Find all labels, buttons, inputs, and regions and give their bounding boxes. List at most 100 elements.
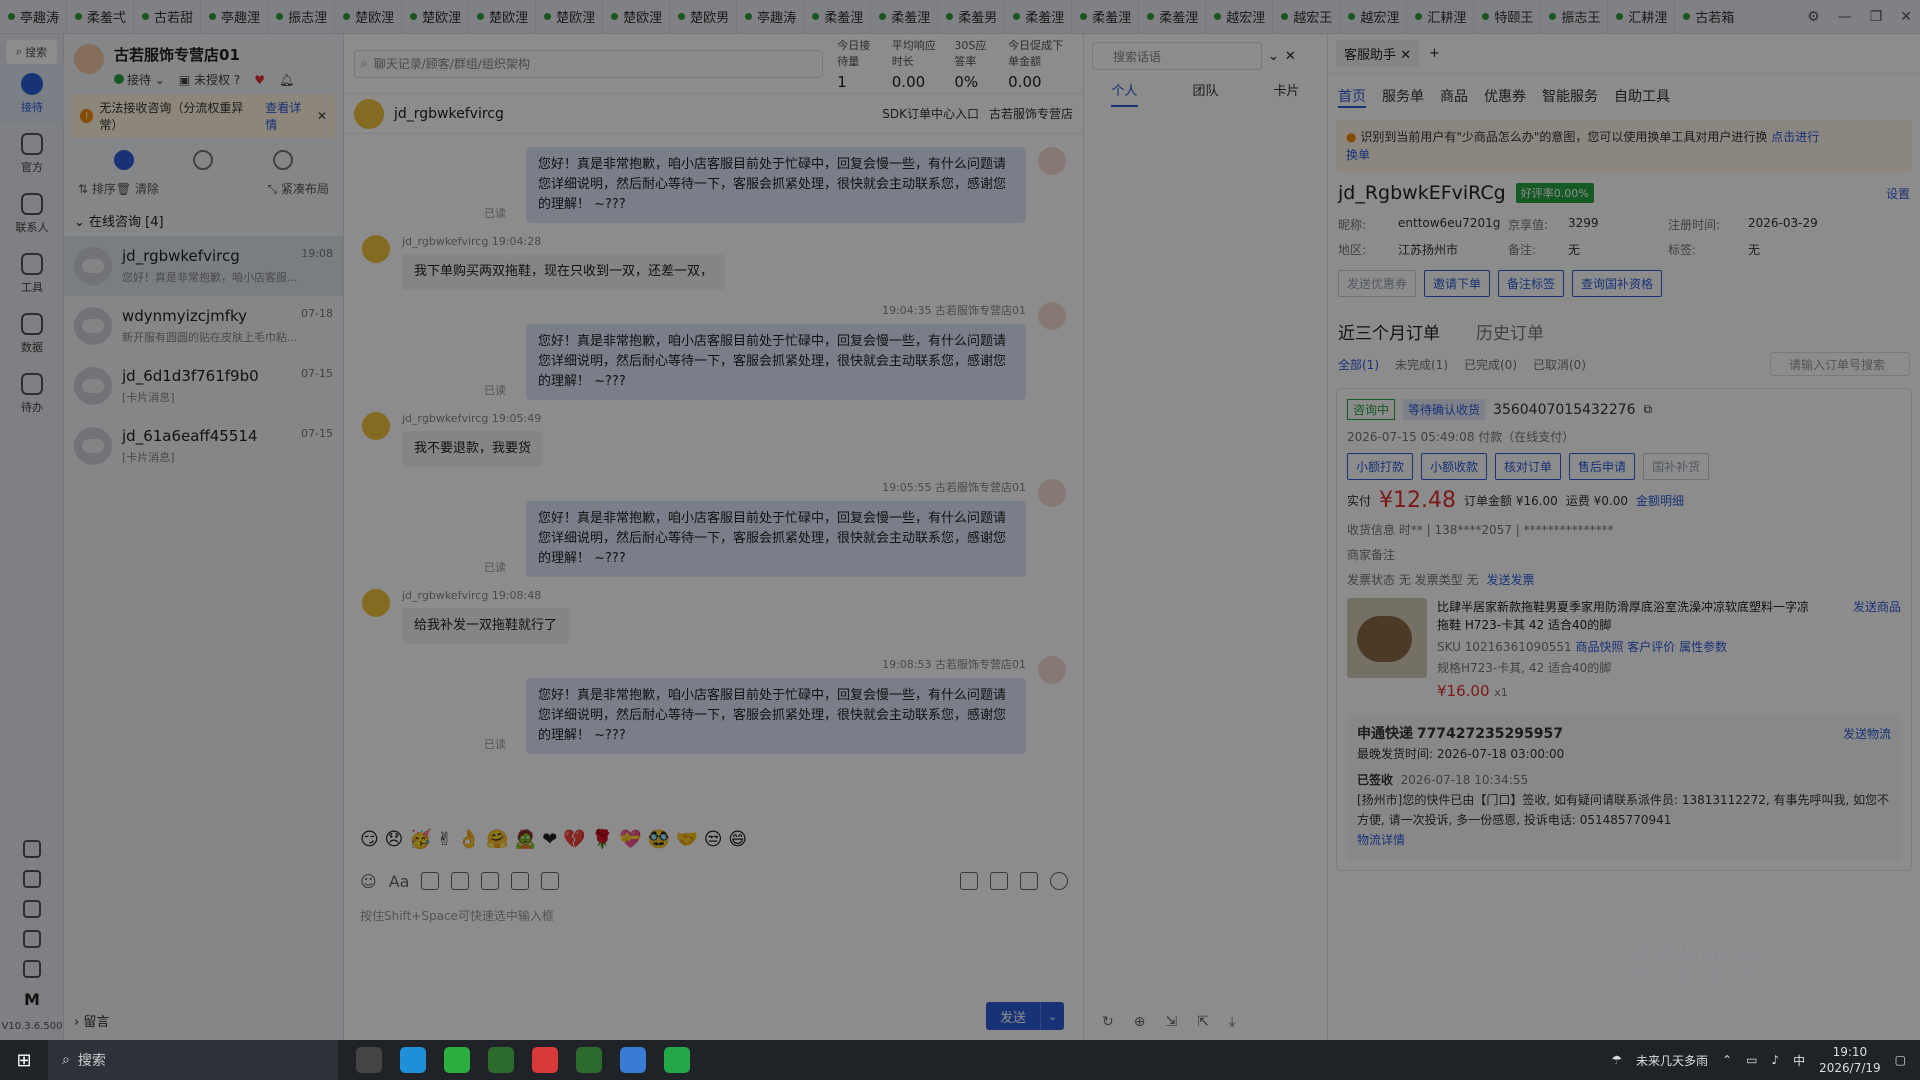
sdk-order-entry-link[interactable]: SDK订单中心入口 <box>882 105 979 122</box>
crop-icon[interactable] <box>511 872 530 890</box>
quick-reply-search-input[interactable]: 搜索话语 <box>1092 42 1262 70</box>
folder-icon[interactable] <box>481 872 500 890</box>
people-icon[interactable] <box>273 150 294 170</box>
order-action-button[interactable]: 核对订单 <box>1495 453 1562 480</box>
tab-item[interactable]: 楚欧浬 <box>335 0 403 34</box>
message-bubble[interactable]: 我不要退款，我要货 <box>402 431 544 467</box>
tab-item[interactable]: 越宏浬 <box>1340 0 1408 34</box>
shop-avatar[interactable] <box>74 44 104 74</box>
sort-button[interactable]: ⇅ 排序 <box>78 180 116 197</box>
assistant-nav-item[interactable]: 服务单 <box>1382 86 1424 108</box>
chevron-down-icon[interactable]: ⌄ <box>1268 49 1279 64</box>
message-icon[interactable] <box>1020 872 1038 890</box>
tab-item[interactable]: 越宏浬 <box>1206 0 1274 34</box>
contact-item[interactable]: jd_rgbwkefvircg 19:08 您好！真是非常抱歉，咱小店客服... <box>64 236 343 296</box>
minimize-icon[interactable]: — <box>1838 9 1852 25</box>
rail-item[interactable]: 数据 <box>0 304 64 364</box>
quick-reply-tab[interactable]: 团队 <box>1192 80 1218 107</box>
edge-icon[interactable] <box>400 1047 426 1073</box>
reception-status-dropdown[interactable]: 接待 ⌄ <box>114 71 165 88</box>
customer-action-button[interactable]: 查询国补资格 <box>1572 270 1663 297</box>
logistics-detail-link[interactable]: 物流详情 <box>1357 830 1891 850</box>
taskbar-clock[interactable]: 19:10 2026/7/19 <box>1819 1044 1881 1076</box>
close-icon[interactable]: ✕ <box>1900 9 1912 25</box>
send-button[interactable]: 发送 <box>986 1002 1040 1030</box>
rail-item[interactable]: 官方 <box>0 124 64 184</box>
customer-avatar[interactable] <box>354 98 384 129</box>
windows-start-icon[interactable]: ⊞ <box>0 1040 48 1080</box>
send-options-chevron-icon[interactable]: ⌄ <box>1040 1002 1064 1030</box>
tab-item[interactable]: 越宏王 <box>1273 0 1341 34</box>
wechat-icon[interactable] <box>444 1047 470 1073</box>
history-clock-icon[interactable] <box>1050 872 1068 890</box>
order-action-button[interactable]: 小额收款 <box>1421 453 1488 480</box>
weather-icon[interactable]: ☂ <box>1611 1053 1622 1067</box>
online-consult-section[interactable]: ⌄ 在线咨询 [4] <box>64 205 343 236</box>
rail-item[interactable]: 联系人 <box>0 184 64 244</box>
coupon-icon[interactable] <box>990 872 1008 890</box>
order-filter[interactable]: 已完成(0) <box>1464 356 1517 373</box>
order-icon[interactable] <box>960 872 978 890</box>
tab-history-orders[interactable]: 历史订单 <box>1476 319 1544 344</box>
tab-item[interactable]: 亭趣涛 <box>0 0 68 34</box>
message-bubble[interactable]: 您好！真是非常抱歉，咱小店客服目前处于忙碌中，回复会慢一些，有什么问题请您详细说… <box>526 324 1026 400</box>
notification-icon[interactable]: ▢ <box>1895 1053 1906 1067</box>
send-invoice-link[interactable]: 发送发票 <box>1486 571 1534 588</box>
tip-exchange-link[interactable]: 点击进行 <box>1771 130 1819 144</box>
send-product-link[interactable]: 发送商品 <box>1853 598 1901 700</box>
video-icon[interactable] <box>451 872 470 890</box>
emoji-quick-row[interactable]: 😏 😞 🥳 ✌ 👌 🤗 🧟 ❤ 💔 🌹 💝 🥸 🤝 😒 😄 <box>360 829 747 850</box>
app-green-icon[interactable] <box>488 1047 514 1073</box>
tab-item[interactable]: 楚欧浬 <box>603 0 671 34</box>
announce-icon[interactable] <box>23 840 41 858</box>
chat-bubble-icon[interactable] <box>113 150 134 170</box>
tab-item[interactable]: 亭趣涛 <box>737 0 805 34</box>
assistant-tab[interactable]: 客服助手 ✕ <box>1336 40 1420 67</box>
message-bubble[interactable]: 您好！真是非常抱歉，咱小店客服目前处于忙碌中，回复会慢一些，有什么问题请您详细说… <box>526 678 1026 754</box>
rail-item[interactable]: 接待 <box>0 64 64 124</box>
customer-action-button[interactable]: 备注标签 <box>1498 270 1565 297</box>
tab-item[interactable]: 振志浬 <box>268 0 336 34</box>
m-logo-icon[interactable]: M <box>24 990 40 1009</box>
compact-layout-button[interactable]: ⤡ 紧凑布局 <box>268 180 329 197</box>
order-filter[interactable]: 已取消(0) <box>1533 356 1586 373</box>
emoji-icon[interactable]: ☺ <box>360 872 377 891</box>
tab-item[interactable]: 柔羞浬 <box>871 0 939 34</box>
table-icon[interactable] <box>541 872 560 890</box>
product-image[interactable] <box>1347 598 1427 678</box>
assistant-nav-item[interactable]: 优惠券 <box>1484 86 1526 108</box>
close-icon[interactable]: ✕ <box>1285 49 1296 64</box>
clock-icon[interactable] <box>193 150 214 170</box>
app-green2-icon[interactable] <box>576 1047 602 1073</box>
quick-reply-tab[interactable]: 卡片 <box>1273 80 1299 107</box>
tab-item[interactable]: 楚欧浬 <box>402 0 470 34</box>
product-title[interactable]: 比肆半居家新款拖鞋男夏季家用防滑厚底浴室洗澡冲凉软底塑料一字凉拖鞋 H723-卡… <box>1437 598 1817 634</box>
task-view-icon[interactable] <box>356 1047 382 1073</box>
tab-item[interactable]: 柔羞浬 <box>1005 0 1073 34</box>
heart-icon[interactable]: ♥ <box>254 73 265 87</box>
image-icon[interactable] <box>421 872 440 890</box>
tab-item[interactable]: 古若甜 <box>134 0 202 34</box>
tab-item[interactable]: 振志王 <box>1541 0 1609 34</box>
maximize-icon[interactable]: ❐ <box>1870 9 1883 25</box>
download-icon[interactable]: ⤓ <box>1229 1014 1235 1030</box>
customer-action-button[interactable]: 发送优惠券 <box>1338 270 1417 297</box>
tab-item[interactable]: 楚欧男 <box>670 0 738 34</box>
assistant-nav-item[interactable]: 首页 <box>1338 86 1366 108</box>
tab-recent-orders[interactable]: 近三个月订单 <box>1338 319 1440 344</box>
taskbar-search[interactable]: ⌕ 搜索 <box>48 1040 338 1080</box>
bell-icon[interactable]: 🔔︎ <box>279 73 294 87</box>
tab-item[interactable]: 楚欧浬 <box>469 0 537 34</box>
assistant-nav-item[interactable]: 智能服务 <box>1542 86 1598 108</box>
rail-search-button[interactable]: ⌕ 搜索 <box>6 40 57 64</box>
auth-status[interactable]: ▣ 未授权 ? <box>179 71 240 88</box>
import-icon[interactable]: ⇲ <box>1165 1014 1177 1030</box>
contact-item[interactable]: jd_61a6eaff45514 07-15 [卡片消息] <box>64 416 343 476</box>
chat-search-input[interactable]: ⌕ 聊天记录/顾客/群组/组织架构 <box>354 49 824 78</box>
tray-chevron-icon[interactable]: ⌃ <box>1722 1053 1732 1067</box>
message-bubble[interactable]: 您好！真是非常抱歉，咱小店客服目前处于忙碌中，回复会慢一些，有什么问题请您详细说… <box>526 501 1026 577</box>
warning-details-link[interactable]: 查看详情 <box>265 99 311 133</box>
close-icon[interactable]: ✕ <box>317 109 327 123</box>
refresh-icon[interactable]: ↻ <box>1102 1014 1114 1030</box>
send-logistics-link[interactable]: 发送物流 <box>1843 724 1891 744</box>
